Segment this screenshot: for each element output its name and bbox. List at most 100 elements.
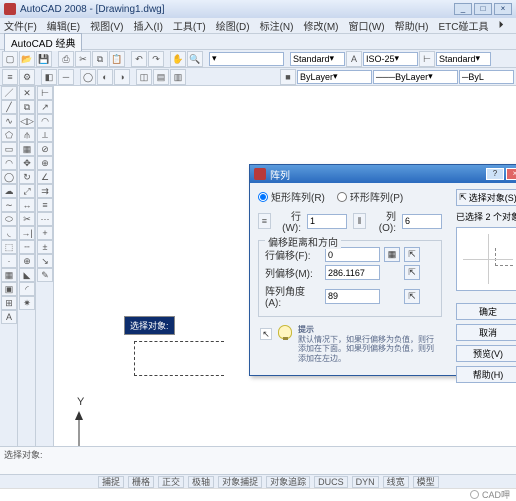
textstyle-icon[interactable]: A [346,51,362,67]
arc-icon[interactable]: ◠ [1,156,17,170]
close-button[interactable]: × [494,3,512,15]
dialog-help-icon[interactable]: ? [486,168,504,180]
color-icon[interactable]: ◧ [41,69,57,85]
dim-arc-icon[interactable]: ◠ [37,114,53,128]
menu-view[interactable]: 视图(V) [90,18,123,33]
revcloud-icon[interactable]: ☁ [1,184,17,198]
print-icon[interactable]: ⎙ [58,51,74,67]
menu-help[interactable]: 帮助(H) [395,18,429,33]
dim-rad-icon[interactable]: ⊘ [37,142,53,156]
dialog-titlebar[interactable]: 阵列 ? × [250,165,516,183]
paste-icon[interactable]: 📋 [109,51,125,67]
tbtn-misc1[interactable]: ◯ [80,69,96,85]
new-icon[interactable]: ▢ [2,51,18,67]
minimize-button[interactable]: _ [454,3,472,15]
rows-input[interactable] [307,214,347,229]
undo-icon[interactable]: ↶ [131,51,147,67]
dim-lin-icon[interactable]: ⊢ [37,86,53,100]
tbtn-misc2[interactable]: ◐ [97,69,113,85]
status-ducs[interactable]: DUCS [314,476,348,488]
dim-ang-icon[interactable]: ∠ [37,170,53,184]
mirror-icon[interactable]: ◁▷ [19,114,35,128]
menu-extra[interactable]: ETC碰工具 [438,18,488,33]
menu-window[interactable]: 窗口(W) [348,18,384,33]
layerprops-icon[interactable]: ⚙ [19,69,35,85]
rowoffset-input[interactable] [325,247,380,262]
dim-cont-icon[interactable]: ⋯ [37,212,53,226]
status-lwt[interactable]: 线宽 [383,476,409,488]
workspace-tab[interactable]: AutoCAD 经典 [4,33,82,51]
tbtn-misc5[interactable]: ▤ [153,69,169,85]
tbtn-misc4[interactable]: ◫ [136,69,152,85]
tbtn-misc3[interactable]: ◑ [114,69,130,85]
layers-icon[interactable]: ≡ [2,69,18,85]
dim-dia-icon[interactable]: ⊕ [37,156,53,170]
block-icon[interactable]: ⬚ [1,240,17,254]
prop-color[interactable]: ByLayer ▾ [297,70,372,84]
dim-base-icon[interactable]: ≡ [37,198,53,212]
array-icon[interactable]: ▦ [19,142,35,156]
xline-icon[interactable]: ╱ [1,100,17,114]
cols-input[interactable] [402,214,442,229]
pick-row-button[interactable]: ⇱ [404,247,420,262]
status-polar[interactable]: 极轴 [188,476,214,488]
menu-dim[interactable]: 标注(N) [260,18,294,33]
radio-polar-array[interactable]: 环形阵列(P) [337,189,403,204]
move-icon[interactable]: ✥ [19,156,35,170]
menu-more[interactable]: ⏵ [498,20,503,31]
status-osnap[interactable]: 对象捕捉 [218,476,262,488]
spline-icon[interactable]: ∼ [1,198,17,212]
join-icon[interactable]: ⊕ [19,254,35,268]
offset-icon[interactable]: ⫛ [19,128,35,142]
point-icon[interactable]: · [1,254,17,268]
dim-edit-icon[interactable]: ✎ [37,268,53,282]
copy-icon2[interactable]: ⧉ [19,100,35,114]
status-grid[interactable]: 栅格 [128,476,154,488]
angle-input[interactable] [325,289,380,304]
status-dyn[interactable]: DYN [352,476,379,488]
zoom-icon[interactable]: 🔍 [187,51,203,67]
open-icon[interactable]: 📂 [19,51,35,67]
command-input-line[interactable] [4,461,512,474]
circle-icon[interactable]: ◯ [1,170,17,184]
scale-icon[interactable]: ⤢ [19,184,35,198]
coloffset-input[interactable] [325,265,380,280]
text-icon[interactable]: A [1,310,17,324]
explode-icon[interactable]: ✷ [19,296,35,310]
trim-icon[interactable]: ✂ [19,212,35,226]
pan-icon[interactable]: ✋ [170,51,186,67]
style-combo-2[interactable]: ISO-25 ▾ [363,52,418,66]
layer-combo[interactable]: ▾ [209,52,284,66]
cut-icon[interactable]: ✂ [75,51,91,67]
polygon-icon[interactable]: ⬠ [1,128,17,142]
preview-button[interactable]: 预览(V) [456,345,516,362]
table-icon[interactable]: ⊞ [1,296,17,310]
hatch-icon[interactable]: ▦ [1,268,17,282]
colorbox-icon[interactable]: ■ [280,69,296,85]
menu-insert[interactable]: 插入(I) [133,18,162,33]
region-icon[interactable]: ▣ [1,282,17,296]
cancel-button[interactable]: 取消 [456,324,516,341]
menu-draw[interactable]: 绘图(D) [216,18,250,33]
stretch-icon[interactable]: ↔ [19,198,35,212]
save-icon[interactable]: 💾 [36,51,52,67]
dim-cen-icon[interactable]: + [37,226,53,240]
status-otrack[interactable]: 对象追踪 [266,476,310,488]
drawing-canvas[interactable]: 选择对象: Y X |◀ ◀ ▶ ▶| 模型 布局1 布局2 [54,86,516,476]
fillet-icon[interactable]: ◜ [19,282,35,296]
menu-modify[interactable]: 修改(M) [303,18,338,33]
menu-file[interactable]: 文件(F) [4,18,37,33]
dimstyle-icon[interactable]: ⊢ [419,51,435,67]
prop-lineweight[interactable]: ─ ByL [459,70,514,84]
redo-icon[interactable]: ↷ [148,51,164,67]
help-button[interactable]: 帮助(H) [456,366,516,383]
style-combo-1[interactable]: Standard ▾ [290,52,345,66]
pline-icon[interactable]: ∿ [1,114,17,128]
ellipsearc-icon[interactable]: ◟ [1,226,17,240]
menu-edit[interactable]: 编辑(E) [47,18,80,33]
rotate-icon[interactable]: ↻ [19,170,35,184]
select-objects-button[interactable]: ⇱选择对象(S) [456,189,516,206]
rect-icon[interactable]: ▭ [1,142,17,156]
pick-both-button[interactable]: ▦ [384,247,400,262]
pick-angle-button[interactable]: ⇱ [404,289,420,304]
